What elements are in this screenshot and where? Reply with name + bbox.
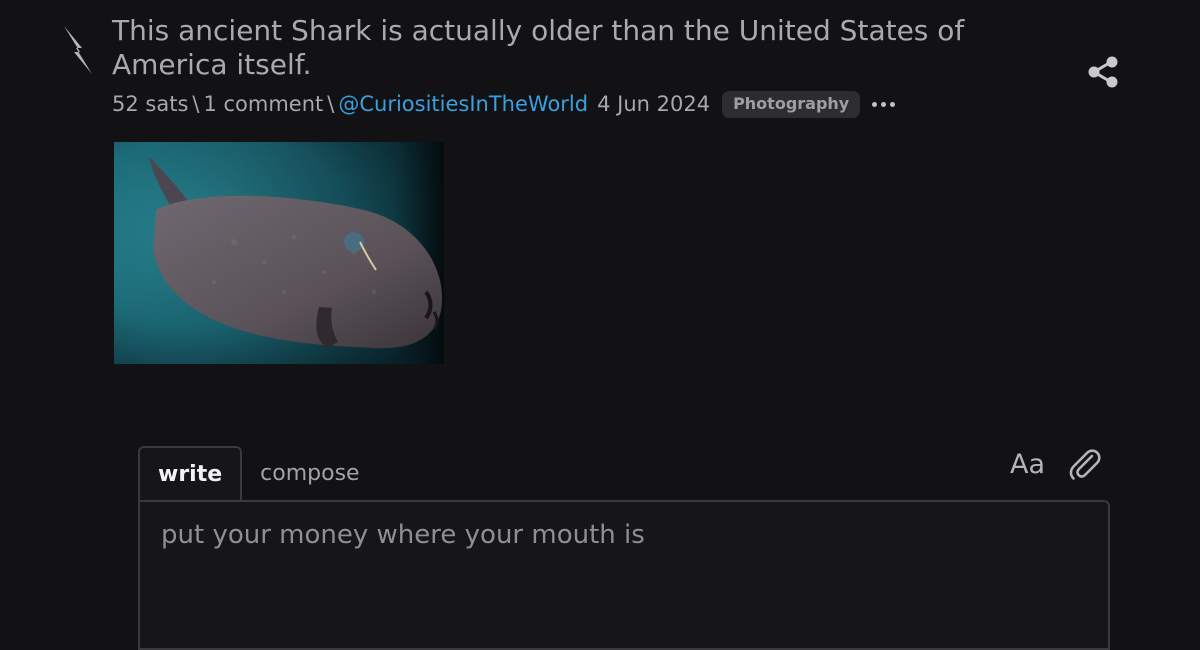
post-date[interactable]: 4 Jun 2024 [597,92,710,116]
paperclip-icon[interactable] [1066,446,1102,482]
sats-count[interactable]: 52 sats [112,92,188,116]
meta-separator: \ [327,92,335,116]
share-icon[interactable] [1086,55,1120,89]
tab-compose[interactable]: compose [242,446,377,500]
post-title[interactable]: This ancient Shark is actually older tha… [112,14,1062,82]
comment-input[interactable] [138,500,1110,650]
author-link[interactable]: @CuriositiesInTheWorld [338,92,588,116]
shark-photo [114,142,444,364]
tab-write[interactable]: write [138,446,243,502]
lightning-bolt-icon[interactable] [56,22,98,76]
post-item: This ancient Shark is actually older tha… [0,0,1200,650]
text-format-icon[interactable]: Aa [1010,448,1045,482]
ellipsis-icon[interactable] [872,98,896,111]
post-meta: 52 sats \ 1 comment \ @CuriositiesInTheW… [112,89,896,119]
meta-separator: \ [192,92,200,116]
tag-badge[interactable]: Photography [722,90,861,118]
post-image[interactable] [114,142,444,364]
comment-count[interactable]: 1 comment [203,92,323,116]
editor-tabs: write compose [138,444,378,502]
